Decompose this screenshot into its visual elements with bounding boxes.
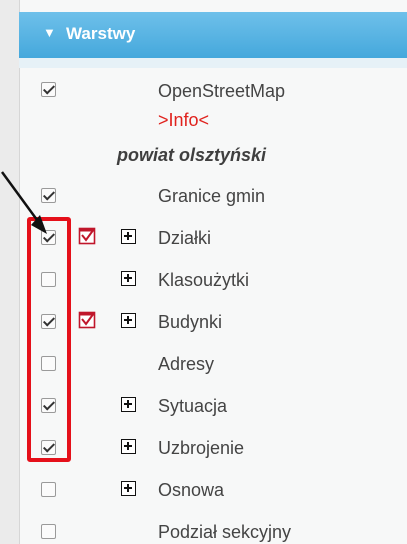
layer-checkbox-podzial-sekcyjny[interactable] (41, 524, 56, 539)
layer-checkbox-osnowa[interactable] (41, 482, 56, 497)
layers-header[interactable]: ▼ Warstwy (19, 12, 407, 58)
layer-label-dzialki: Działki (158, 228, 212, 248)
layer-label-podzial-sekcyjny: Podział sekcyjny (158, 522, 292, 542)
group-label: powiat olsztyński (117, 145, 267, 165)
feature-info-icon[interactable] (78, 227, 96, 245)
expand-icon[interactable] (121, 271, 136, 286)
expand-icon[interactable] (121, 397, 136, 412)
layer-label-sytuacja: Sytuacja (158, 396, 228, 416)
feature-info-icon[interactable] (78, 311, 96, 329)
layer-label-klasouzytki: Klasoużytki (158, 270, 250, 290)
layer-label-osnowa: Osnowa (158, 480, 225, 500)
expand-icon[interactable] (121, 313, 136, 328)
highlight-box (27, 217, 71, 462)
layer-checkbox-openstreetmap[interactable] (41, 82, 56, 97)
layer-label-uzbrojenie: Uzbrojenie (158, 438, 245, 458)
collapse-arrow-icon[interactable]: ▼ (43, 25, 56, 40)
layer-label-adresy: Adresy (158, 354, 215, 374)
expand-icon[interactable] (121, 481, 136, 496)
expand-icon[interactable] (121, 229, 136, 244)
expand-icon[interactable] (121, 439, 136, 454)
info-link[interactable]: >Info< (158, 110, 209, 131)
layer-label-budynki: Budynki (158, 312, 223, 332)
header-divider (19, 58, 407, 68)
layer-checkbox-granice-gmin[interactable] (41, 188, 56, 203)
layer-label-granice-gmin: Granice gmin (158, 186, 266, 206)
layers-title: Warstwy (66, 24, 136, 43)
layer-label-openstreetmap: OpenStreetMap (158, 81, 286, 101)
